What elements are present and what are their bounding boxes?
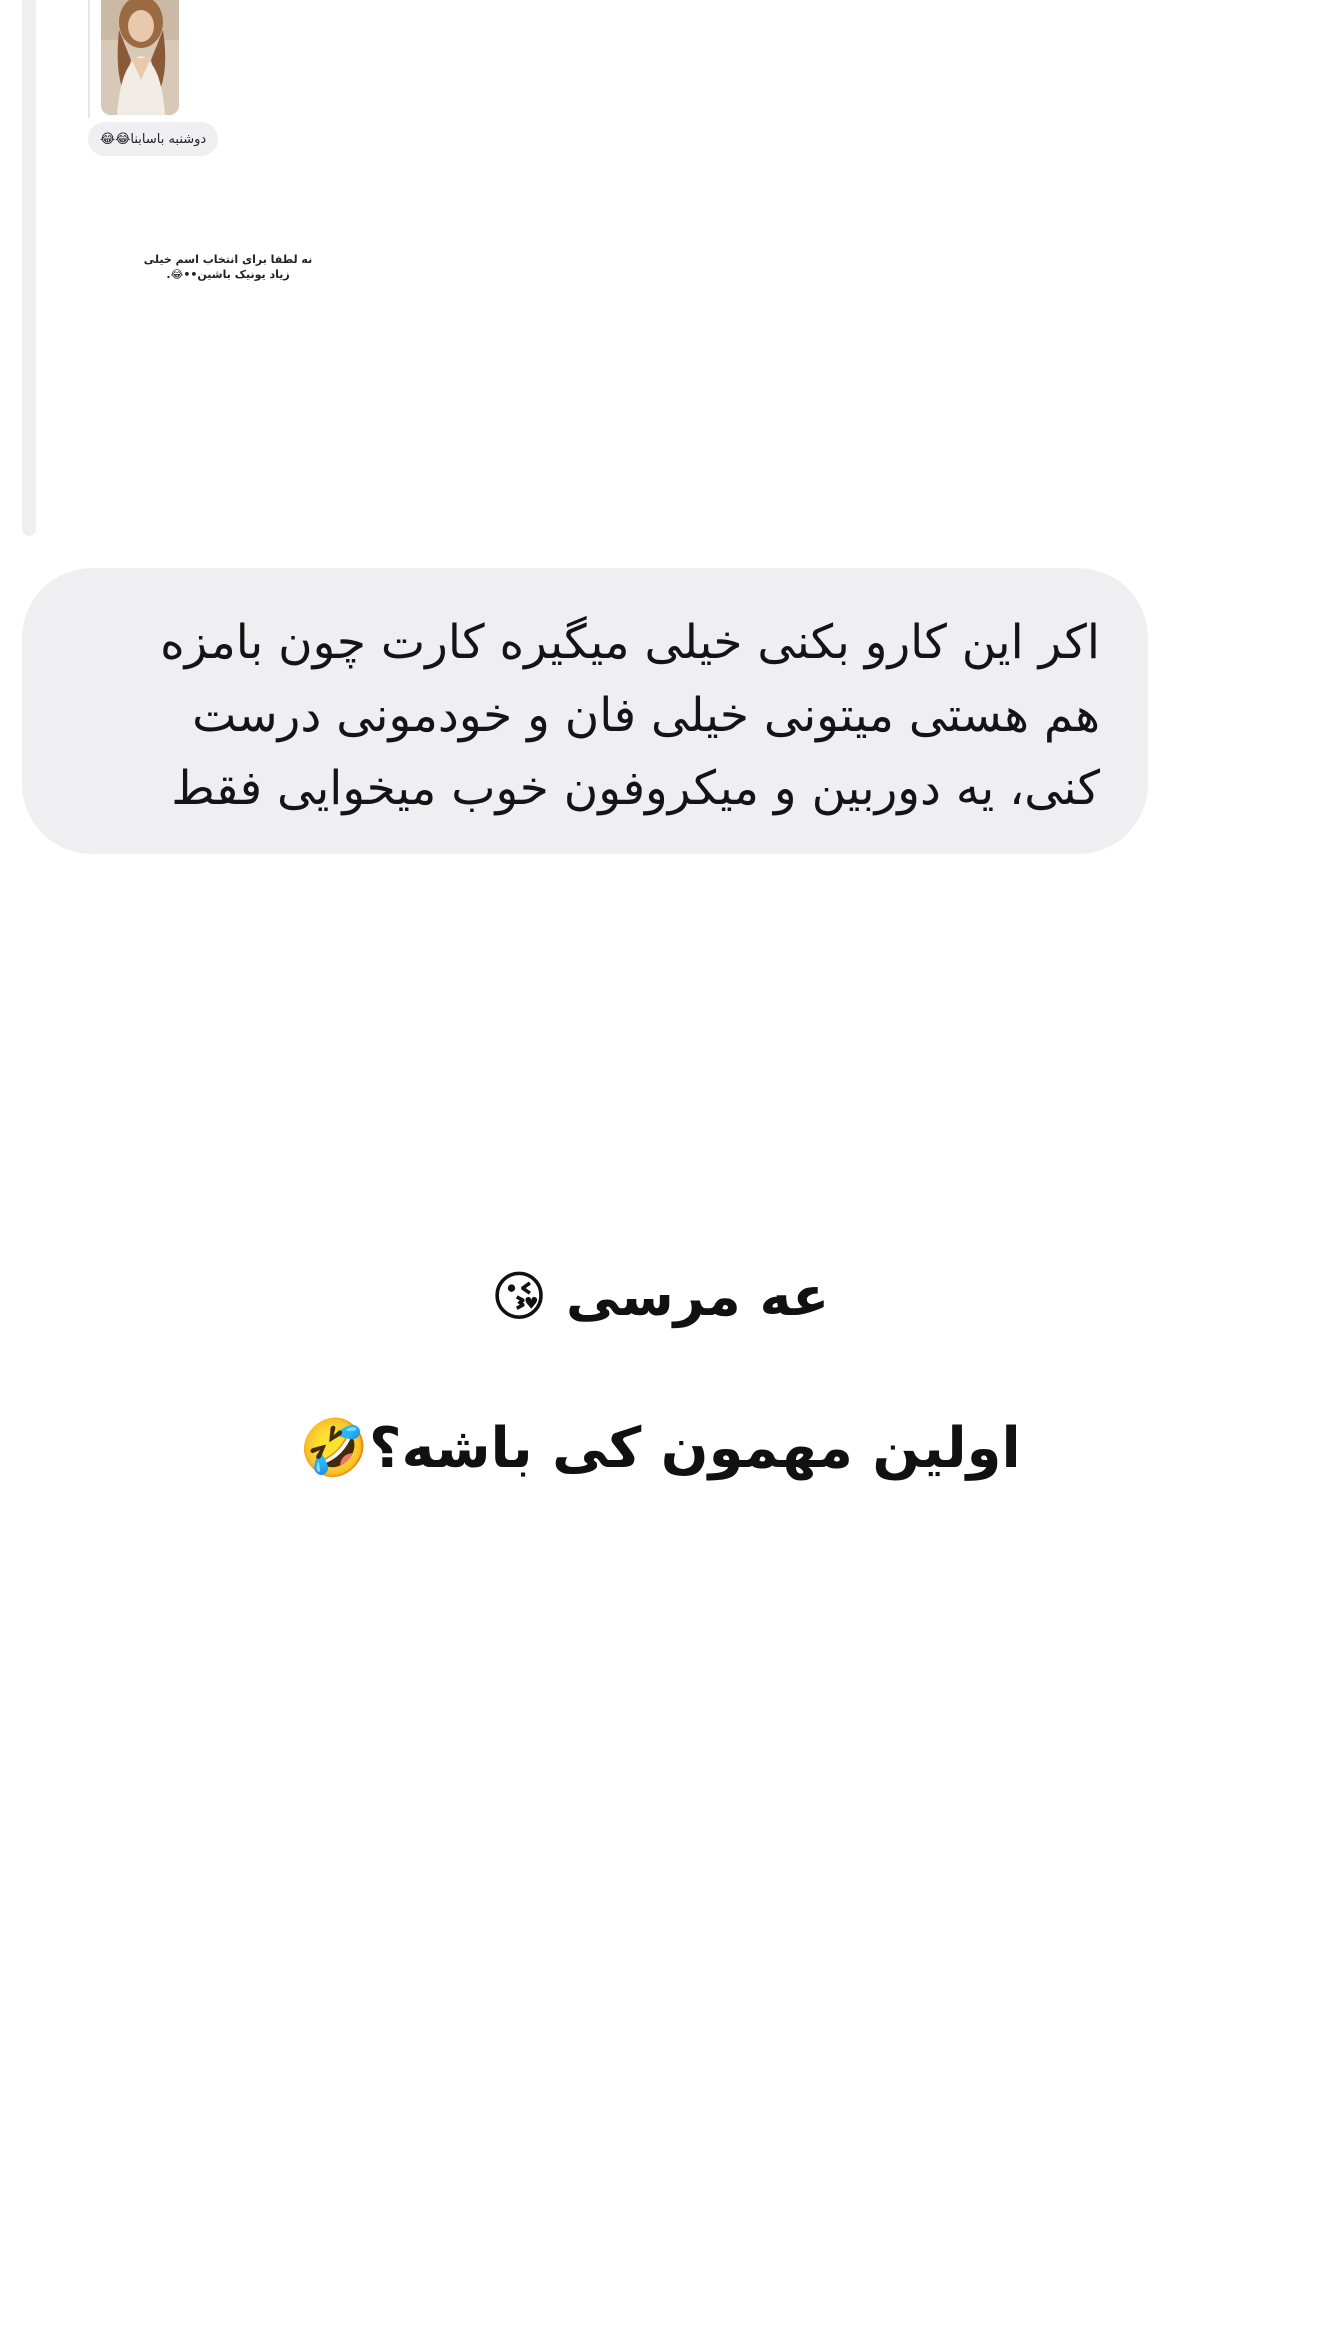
message-bubble[interactable]: اکر این کارو بکنی خیلی میگیره کارت چون ب… (22, 568, 1148, 854)
story-reaction-chip: دوشنبه باسابنا😂😂 (88, 122, 219, 156)
message-line-1: اکر این کارو بکنی خیلی میگیره کارت چون ب… (160, 615, 1100, 670)
story-thumbnail-image (101, 0, 179, 115)
caption-line-thanks: عه مرسی 😘 (490, 1265, 830, 1328)
story-caption-text: نه لطفا برای انتخاب اسم خیلی زیاد یونیک … (143, 253, 313, 281)
message-line-3: کنی، یه دوربین و میکروفون خوب میخوایی فق… (171, 761, 1100, 816)
story-thumbnail[interactable] (101, 0, 179, 115)
caption-line-question: اولین مهمون کی باشه؟🤣 (299, 1416, 1021, 1481)
story-reaction-text: دوشنبه باسابنا😂😂 (100, 131, 207, 147)
message-line-2: هم هستی میتونی خیلی فان و خودمونی درست (192, 688, 1100, 743)
reply-thread-line (22, 0, 36, 536)
